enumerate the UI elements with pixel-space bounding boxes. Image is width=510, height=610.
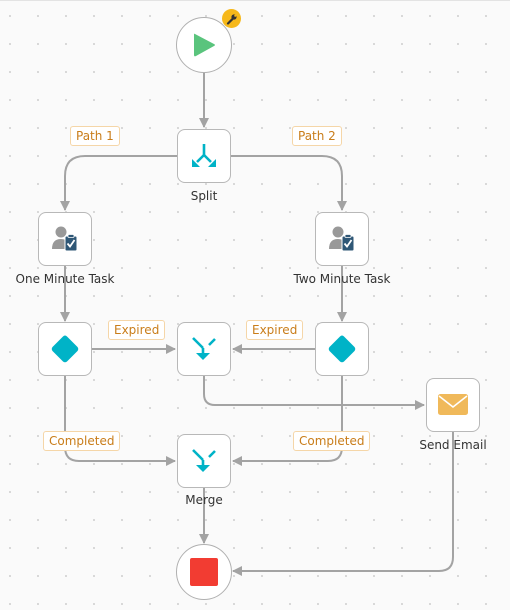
user-task-icon <box>329 226 355 252</box>
split-label: Split <box>190 189 218 203</box>
configure-badge[interactable] <box>222 9 241 28</box>
join-expired-node[interactable] <box>177 322 231 376</box>
split-node[interactable] <box>177 129 231 183</box>
diamond-icon <box>328 335 356 363</box>
merge-node[interactable] <box>177 434 231 488</box>
diamond-icon <box>51 335 79 363</box>
end-node[interactable] <box>176 544 232 600</box>
two-minute-task-node[interactable] <box>315 212 369 266</box>
connectors-layer <box>60 73 454 576</box>
merge-icon <box>192 449 216 472</box>
edge-label-path-2: Path 2 <box>292 126 342 146</box>
send-email-label: Send Email <box>419 438 487 452</box>
edge-send-email-to-end[interactable] <box>232 432 454 576</box>
one-minute-task-node[interactable] <box>38 212 92 266</box>
play-icon <box>194 33 215 57</box>
edge-split-to-one-minute-task[interactable] <box>60 155 177 211</box>
decision-right-node[interactable] <box>315 322 369 376</box>
edge-label-expired-left: Expired <box>108 320 166 340</box>
two-minute-task-label: Two Minute Task <box>293 272 391 286</box>
edge-join-to-send-email[interactable] <box>203 376 425 410</box>
send-email-node[interactable] <box>426 378 480 432</box>
envelope-icon <box>438 394 468 415</box>
start-node[interactable] <box>176 17 232 73</box>
edge-label-completed-right: Completed <box>293 431 371 451</box>
user-task-icon <box>52 226 78 252</box>
merge-icon <box>192 337 216 360</box>
edge-label-completed-left: Completed <box>43 431 121 451</box>
edge-label-expired-right: Expired <box>246 320 304 340</box>
split-icon <box>192 144 216 167</box>
wrench-icon <box>226 13 237 25</box>
merge-label: Merge <box>185 493 223 507</box>
edge-split-to-two-minute-task[interactable] <box>231 155 347 211</box>
one-minute-task-label: One Minute Task <box>15 272 115 286</box>
decision-left-node[interactable] <box>38 322 92 376</box>
stop-icon <box>190 558 218 586</box>
edge-label-path-1: Path 1 <box>70 126 120 146</box>
